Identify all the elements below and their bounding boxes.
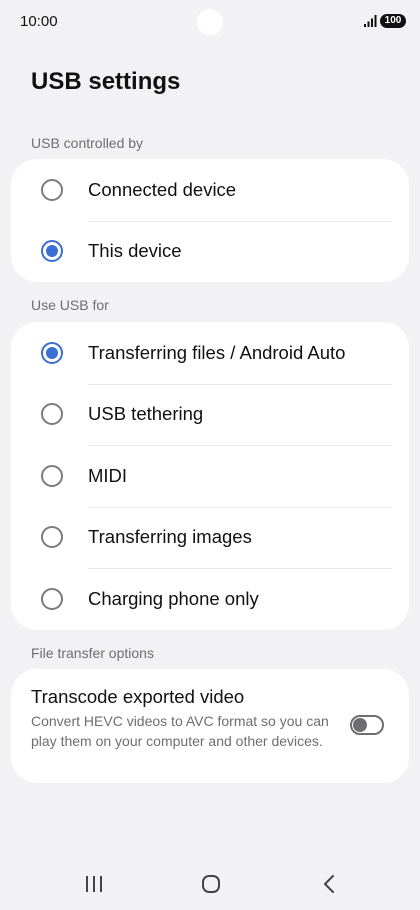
back-button[interactable] (315, 872, 343, 896)
section-header-file-transfer: File transfer options (31, 645, 154, 661)
option-this-device[interactable]: This device (11, 220, 409, 283)
status-time: 10:00 (20, 13, 58, 30)
recents-button[interactable] (80, 872, 108, 896)
section-header-use-usb-for: Use USB for (31, 297, 109, 313)
radio-button[interactable] (41, 403, 63, 426)
radio-button-selected[interactable] (41, 341, 63, 364)
transcode-toggle[interactable] (350, 715, 384, 735)
page-title: USB settings (31, 68, 181, 95)
signal-icon (364, 15, 377, 27)
transcode-video-setting[interactable]: Transcode exported video Convert HEVC vi… (11, 669, 409, 783)
battery-icon: 100 (380, 14, 406, 28)
option-label: Transferring images (88, 526, 252, 548)
option-charging-only[interactable]: Charging phone only (11, 568, 409, 630)
home-icon (202, 875, 220, 893)
camera-cutout (197, 9, 223, 35)
radio-button[interactable] (41, 526, 63, 549)
radio-button[interactable] (41, 464, 63, 487)
radio-button-selected[interactable] (41, 240, 63, 263)
use-usb-for-card: Transferring files / Android Auto USB te… (11, 322, 409, 630)
option-label: USB tethering (88, 403, 204, 425)
status-bar: 10:00 100 (0, 0, 420, 44)
option-usb-tethering[interactable]: USB tethering (11, 383, 409, 446)
controlled-by-card: Connected device This device (11, 159, 409, 282)
radio-button[interactable] (41, 587, 63, 610)
option-midi[interactable]: MIDI (11, 445, 409, 507)
option-label: Charging phone only (88, 587, 259, 609)
option-label: MIDI (88, 464, 128, 486)
toggle-knob (353, 718, 367, 732)
back-icon (324, 875, 334, 893)
option-connected-device[interactable]: Connected device (11, 159, 409, 221)
option-label: Transferring files / Android Auto (88, 341, 346, 363)
radio-button[interactable] (41, 178, 63, 201)
home-button[interactable] (197, 872, 225, 896)
option-transferring-images[interactable]: Transferring images (11, 506, 409, 569)
transcode-title: Transcode exported video (31, 686, 245, 707)
section-header-controlled-by: USB controlled by (31, 135, 144, 151)
navigation-bar (0, 860, 420, 910)
recents-icon (86, 876, 102, 892)
option-label: Connected device (88, 178, 237, 200)
option-label: This device (88, 240, 182, 262)
option-transferring-files[interactable]: Transferring files / Android Auto (11, 322, 409, 384)
transcode-description: Convert HEVC videos to AVC format so you… (31, 713, 329, 749)
